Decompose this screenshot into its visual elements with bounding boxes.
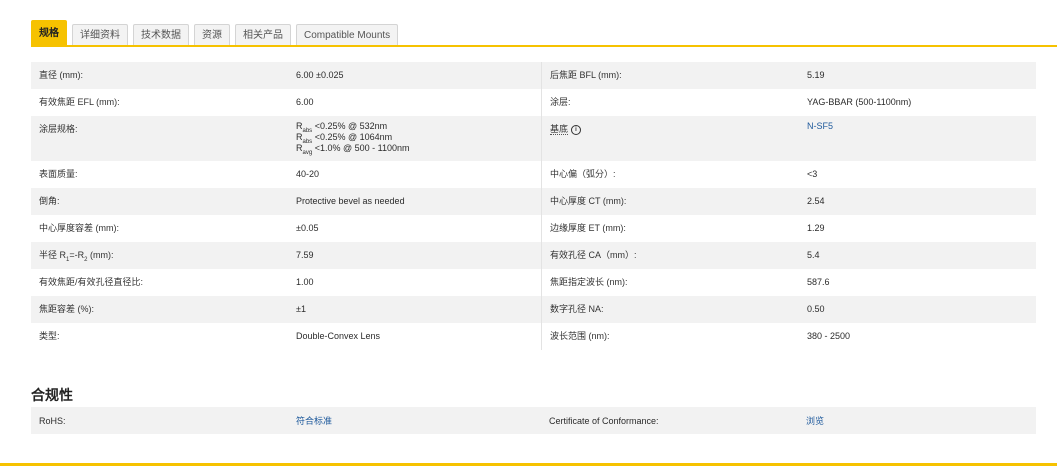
- spec-value: 2.54: [799, 188, 1036, 215]
- table-row: 表面质量: 40-20 中心偏（弧分）: <3: [31, 161, 1036, 188]
- spec-label: 边缘厚度 ET (mm):: [541, 215, 799, 242]
- tab-underline: [31, 45, 1057, 47]
- spec-label: 数字孔径 NA:: [541, 296, 799, 323]
- spec-value: Double-Convex Lens: [296, 331, 381, 341]
- spec-value: ±1: [288, 296, 542, 323]
- coc-label: Certificate of Conformance:: [541, 407, 798, 434]
- spec-value: Protective bevel as needed: [288, 188, 542, 215]
- spec-value: 1.00: [296, 277, 314, 287]
- spec-label: 半径 R1=-R2 (mm):: [31, 242, 288, 269]
- substrate-link[interactable]: N-SF5: [807, 121, 833, 131]
- spec-label: 涂层规格:: [31, 116, 288, 161]
- spec-value: <3: [807, 169, 818, 179]
- tab-details[interactable]: 详细资料: [72, 24, 128, 46]
- spec-value: 587.6: [807, 277, 830, 287]
- tab-bar: 规格 详细资料 技术数据 资源 相关产品 Compatible Mounts: [31, 20, 403, 46]
- rohs-label: RoHS:: [31, 407, 288, 434]
- coc-value-cell: 浏览: [798, 407, 1036, 434]
- table-row: 直径 (mm): 6.00 ±0.025 后焦距 BFL (mm): 5.19: [31, 62, 1036, 89]
- substrate-tooltip-label[interactable]: 基底: [550, 124, 569, 135]
- spec-label: 有效焦距/有效孔径直径比:: [39, 277, 144, 287]
- spec-label: 有效焦距 EFL (mm):: [39, 97, 120, 107]
- spec-label: 中心厚度容差 (mm):: [39, 223, 119, 233]
- spec-value: 7.59: [288, 242, 542, 269]
- spec-value: 40-20: [296, 169, 320, 179]
- spec-label: 焦距容差 (%):: [31, 296, 288, 323]
- table-row: RoHS: 符合标准 Certificate of Conformance: 浏…: [31, 407, 1036, 434]
- compliance-title: 合规性: [31, 387, 73, 403]
- spec-value: YAG-BBAR (500-1100nm): [807, 97, 912, 107]
- coating-spec-value: Rabs <0.25% @ 532nm Rabs <0.25% @ 1064nm…: [288, 116, 542, 161]
- table-row: 类型: Double-Convex Lens 波长范围 (nm): 380 - …: [31, 323, 1036, 350]
- spec-value: 6.00 ±0.025: [288, 62, 542, 89]
- spec-label: 中心偏（弧分）:: [541, 161, 799, 188]
- rohs-link[interactable]: 符合标准: [296, 416, 332, 426]
- spec-label: 涂层:: [541, 89, 799, 116]
- spec-value: 380 - 2500: [807, 331, 851, 341]
- coating-line: Ravg <1.0% @ 500 - 1100nm: [296, 143, 410, 156]
- rohs-value-cell: 符合标准: [288, 407, 541, 434]
- spec-value: 0.50: [799, 296, 1036, 323]
- coating-line: Rabs <0.25% @ 532nm: [296, 121, 388, 134]
- spec-value: ±0.05: [296, 223, 319, 233]
- table-row: 焦距容差 (%): ±1 数字孔径 NA: 0.50: [31, 296, 1036, 323]
- spec-value: 1.29: [807, 223, 825, 233]
- spec-table: 直径 (mm): 6.00 ±0.025 后焦距 BFL (mm): 5.19 …: [31, 62, 1036, 350]
- table-row: 半径 R1=-R2 (mm): 7.59 有效孔径 CA（mm）: 5.4: [31, 242, 1036, 269]
- tab-specs[interactable]: 规格: [31, 20, 67, 46]
- spec-value: 6.00: [296, 97, 314, 107]
- table-row: 有效焦距 EFL (mm): 6.00 涂层: YAG-BBAR (500-11…: [31, 89, 1036, 116]
- spec-label: 有效孔径 CA（mm）:: [541, 242, 799, 269]
- compliance-table: RoHS: 符合标准 Certificate of Conformance: 浏…: [31, 407, 1036, 434]
- coating-line: Rabs <0.25% @ 1064nm: [296, 132, 393, 145]
- footer-accent-line: [0, 463, 1057, 466]
- table-row: 中心厚度容差 (mm): ±0.05 边缘厚度 ET (mm): 1.29: [31, 215, 1036, 242]
- tab-related-products[interactable]: 相关产品: [235, 24, 291, 46]
- table-row: 倒角: Protective bevel as needed 中心厚度 CT (…: [31, 188, 1036, 215]
- spec-label: 表面质量:: [39, 169, 78, 179]
- spec-label: 中心厚度 CT (mm):: [541, 188, 799, 215]
- spec-label: 后焦距 BFL (mm):: [541, 62, 799, 89]
- spec-value-link: N-SF5: [799, 116, 1036, 161]
- spec-value: 5.4: [799, 242, 1036, 269]
- spec-label: 基底 i: [541, 116, 799, 161]
- spec-label: 焦距指定波长 (nm):: [541, 269, 799, 296]
- info-icon[interactable]: i: [571, 125, 582, 135]
- spec-label: 波长范围 (nm):: [541, 323, 799, 350]
- spec-label: 类型:: [39, 331, 60, 341]
- table-row: 涂层规格: Rabs <0.25% @ 532nm Rabs <0.25% @ …: [31, 116, 1036, 161]
- coc-browse-link[interactable]: 浏览: [806, 416, 824, 426]
- table-row: 有效焦距/有效孔径直径比: 1.00 焦距指定波长 (nm): 587.6: [31, 269, 1036, 296]
- tab-technical-data[interactable]: 技术数据: [133, 24, 189, 46]
- spec-label: 倒角:: [31, 188, 288, 215]
- tab-compatible-mounts[interactable]: Compatible Mounts: [296, 24, 399, 46]
- spec-value: 5.19: [799, 62, 1036, 89]
- tab-resources[interactable]: 资源: [194, 24, 230, 46]
- spec-label: 直径 (mm):: [31, 62, 288, 89]
